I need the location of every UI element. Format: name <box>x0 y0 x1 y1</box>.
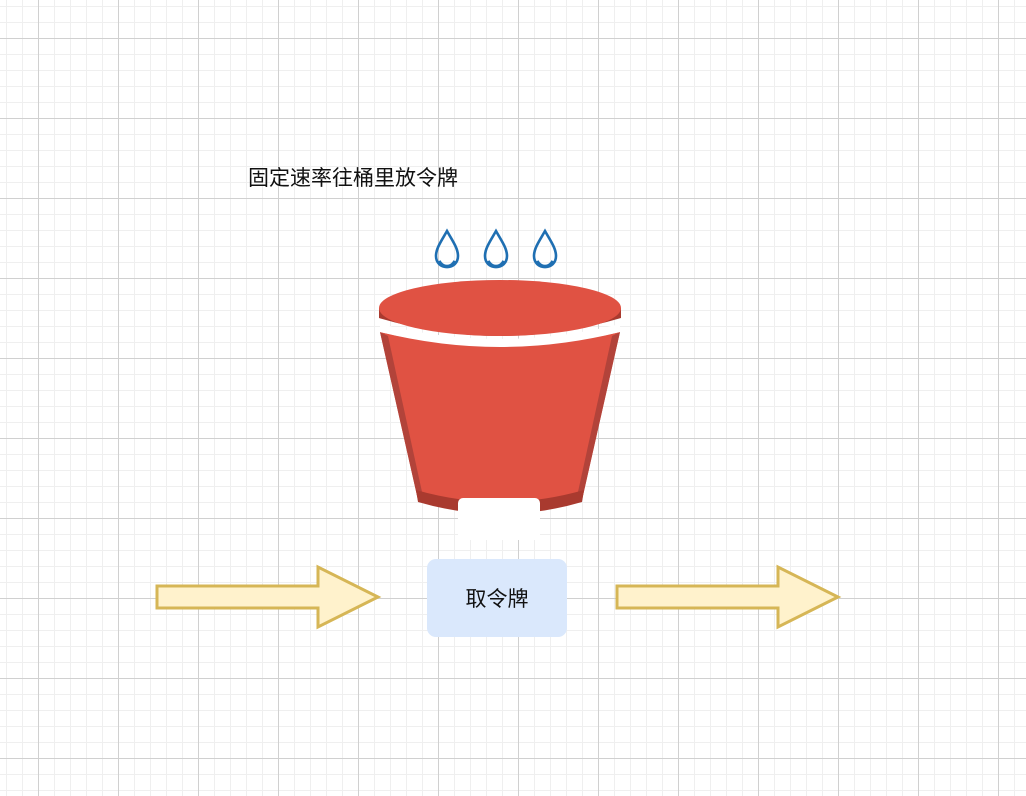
bucket-icon <box>379 280 621 514</box>
water-drop-icon <box>483 228 509 269</box>
bucket-outlet <box>458 498 540 540</box>
take-token-label: 取令牌 <box>465 587 529 611</box>
right-arrow-icon <box>615 564 842 630</box>
take-token-box: 取令牌 <box>427 559 567 637</box>
diagram-caption: 固定速率往桶里放令牌 <box>248 166 458 190</box>
water-drop-icon <box>532 228 558 269</box>
diagram-canvas: 固定速率往桶里放令牌 取令牌 <box>0 0 1026 796</box>
water-drop-icon <box>434 228 460 269</box>
right-arrow-icon <box>155 564 382 630</box>
